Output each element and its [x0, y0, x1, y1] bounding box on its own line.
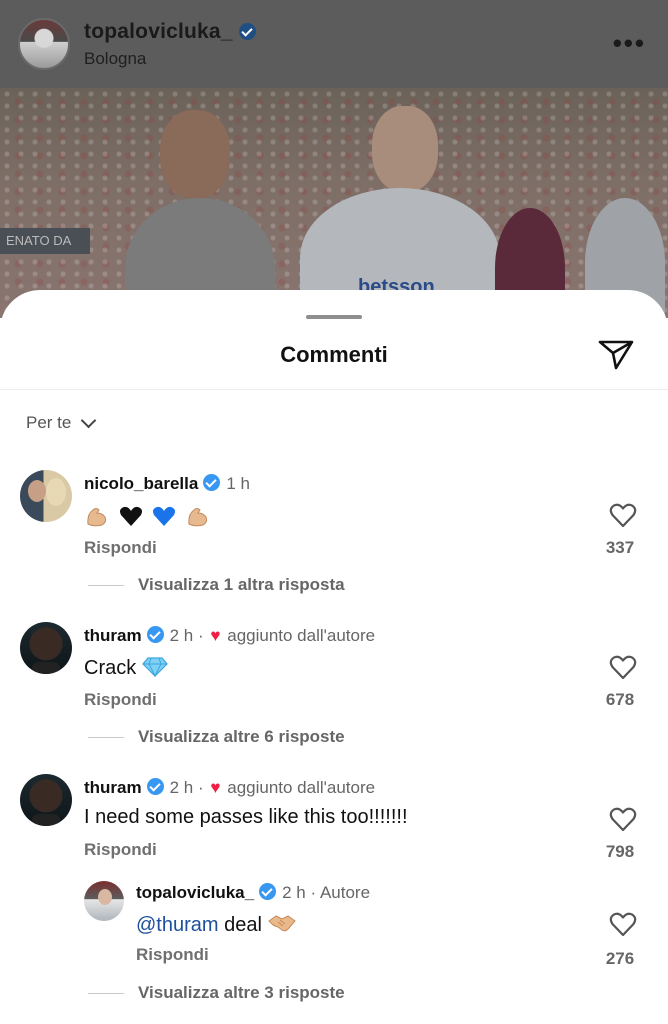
view-more-replies-label: Visualizza altre 3 risposte: [138, 983, 345, 1002]
comment-text: Crack: [84, 654, 170, 680]
comment-text: @thuram deal: [136, 911, 298, 937]
heart-outline-icon[interactable]: [609, 806, 637, 832]
chevron-down-icon: [81, 412, 97, 428]
comment-meta: thuram 2 h · ♥ aggiunto dall'autore: [84, 778, 375, 798]
view-more-replies-label: Visualizza 1 altra risposta: [138, 575, 345, 594]
liked-by-author-badge: aggiunto dall'autore: [227, 626, 376, 645]
comment-time: 1 h: [226, 474, 250, 493]
author-label: Autore: [319, 883, 371, 902]
reply-button[interactable]: Rispondi: [84, 840, 157, 860]
sort-dropdown[interactable]: Per te: [26, 412, 97, 433]
red-heart-icon: ♥: [210, 626, 221, 645]
post-username-text: topalovicluka_: [84, 20, 233, 43]
divider-line: [88, 736, 124, 738]
player-head: [372, 106, 438, 192]
comment-username[interactable]: nicolo_barella: [84, 474, 198, 493]
reply-button[interactable]: Rispondi: [136, 945, 209, 965]
comment-text-content: Crack: [84, 657, 137, 679]
person-left-head: [160, 110, 230, 198]
red-heart-icon: ♥: [210, 778, 221, 797]
comment-text: [84, 504, 213, 530]
comment-meta: topalovicluka_ 2 h · Autore: [136, 883, 370, 903]
avatar[interactable]: [20, 470, 72, 522]
comment-time: 2 h: [282, 883, 306, 902]
avatar[interactable]: [20, 774, 72, 826]
post-header: topalovicluka_ Bologna •••: [0, 0, 668, 88]
divider-line: [88, 992, 124, 994]
avatar[interactable]: [84, 881, 124, 921]
view-more-replies[interactable]: Visualizza 1 altra risposta: [88, 575, 345, 595]
verified-icon: [146, 778, 164, 795]
heart-outline-icon[interactable]: [609, 654, 637, 680]
separator: ·: [310, 883, 317, 902]
post-author-username[interactable]: topalovicluka_: [84, 20, 256, 44]
handshake-icon: [267, 915, 296, 932]
black-heart-icon: [119, 506, 142, 526]
gem-icon: [141, 657, 168, 678]
heart-outline-icon[interactable]: [609, 911, 637, 937]
divider-line: [88, 584, 124, 586]
comment-meta: nicolo_barella 1 h: [84, 474, 250, 494]
view-more-replies-label: Visualizza altre 6 risposte: [138, 727, 345, 746]
comment-text-content: deal: [224, 914, 262, 936]
verified-icon: [238, 23, 256, 40]
like-count: 276: [605, 949, 635, 968]
comments-sheet: Commenti Per te nicolo_barella 1 h Rispon…: [0, 290, 668, 1024]
sheet-drag-handle[interactable]: [306, 315, 362, 319]
sort-label: Per te: [26, 413, 72, 432]
comment-time: 2 h: [169, 778, 194, 797]
verified-icon: [146, 626, 164, 643]
separator: ·: [198, 778, 204, 797]
like-count: 798: [605, 842, 635, 861]
post-location[interactable]: Bologna: [84, 49, 146, 69]
share-icon[interactable]: [596, 334, 636, 374]
verified-icon: [203, 474, 221, 491]
view-more-replies[interactable]: Visualizza altre 3 risposte: [88, 983, 345, 1003]
post-photo: ENATO DA betsson: [0, 88, 668, 318]
post-author-avatar[interactable]: [18, 18, 70, 70]
more-options-icon[interactable]: •••: [613, 28, 646, 59]
reply-button[interactable]: Rispondi: [84, 690, 157, 710]
verified-icon: [259, 883, 277, 900]
avatar[interactable]: [20, 622, 72, 674]
reply-button[interactable]: Rispondi: [84, 538, 157, 558]
comment-username[interactable]: thuram: [84, 778, 142, 797]
like-count: 337: [605, 538, 635, 557]
divider: [0, 389, 668, 390]
separator: ·: [198, 626, 204, 645]
like-count: 678: [605, 690, 635, 709]
liked-by-author-badge: aggiunto dall'autore: [227, 778, 376, 797]
mention-link[interactable]: @thuram: [136, 914, 219, 936]
stadium-banner: ENATO DA: [0, 228, 90, 254]
sheet-title: Commenti: [280, 342, 388, 367]
comment-meta: thuram 2 h · ♥ aggiunto dall'autore: [84, 626, 375, 646]
flexed-biceps-icon: [87, 508, 107, 527]
blue-heart-icon: [153, 506, 176, 526]
flexed-biceps-icon: [188, 508, 207, 527]
comment-time: 2 h: [169, 626, 194, 645]
comment-text: I need some passes like this too!!!!!!!: [84, 806, 408, 828]
comment-username[interactable]: thuram: [84, 626, 142, 645]
comment-username[interactable]: topalovicluka_: [136, 883, 254, 902]
view-more-replies[interactable]: Visualizza altre 6 risposte: [88, 727, 345, 747]
heart-outline-icon[interactable]: [609, 502, 637, 528]
